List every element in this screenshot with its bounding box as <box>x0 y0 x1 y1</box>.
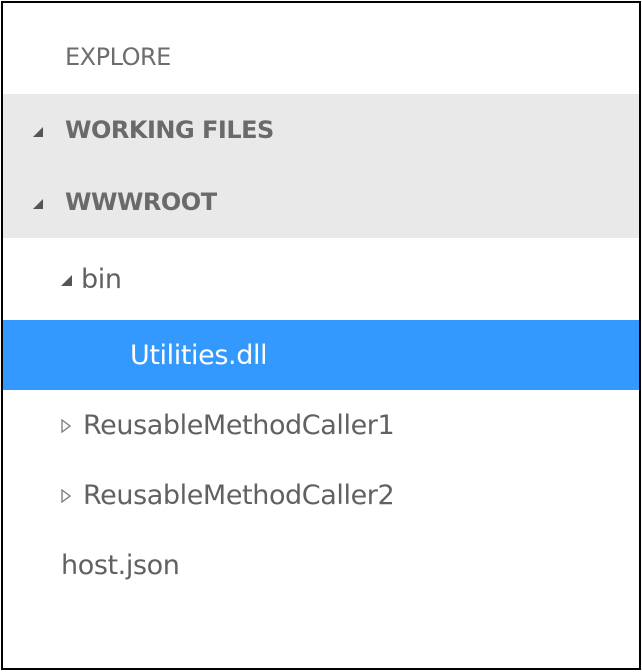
tree-item-label: host.json <box>61 549 180 581</box>
tree-item-reusablemethodcaller2[interactable]: ReusableMethodCaller2 <box>3 460 639 530</box>
tree-item-label: Utilities.dll <box>130 339 268 371</box>
section-working-files[interactable]: WORKING FILES <box>3 94 639 166</box>
explorer-title: EXPLORE <box>65 43 171 71</box>
triangle-expanded-icon <box>33 198 43 209</box>
section-wwwroot-label: WWWROOT <box>65 188 217 216</box>
tree-item-label: ReusableMethodCaller2 <box>83 479 395 511</box>
triangle-collapsed-icon <box>61 419 71 433</box>
tree-item-bin[interactable]: bin <box>3 238 639 320</box>
tree-item-label: bin <box>81 263 122 295</box>
tree-item-label: ReusableMethodCaller1 <box>83 409 395 441</box>
explorer-panel: EXPLORE WORKING FILES WWWROOT bin Utilit… <box>1 1 641 670</box>
tree-item-reusablemethodcaller1[interactable]: ReusableMethodCaller1 <box>3 390 639 460</box>
section-wwwroot[interactable]: WWWROOT <box>3 166 639 238</box>
tree-item-host-json[interactable]: host.json <box>3 530 639 600</box>
triangle-collapsed-icon <box>61 489 71 503</box>
triangle-expanded-icon <box>61 274 72 286</box>
tree-item-utilities-dll[interactable]: Utilities.dll <box>3 320 639 390</box>
section-working-files-label: WORKING FILES <box>65 116 274 144</box>
triangle-expanded-icon <box>33 126 43 137</box>
